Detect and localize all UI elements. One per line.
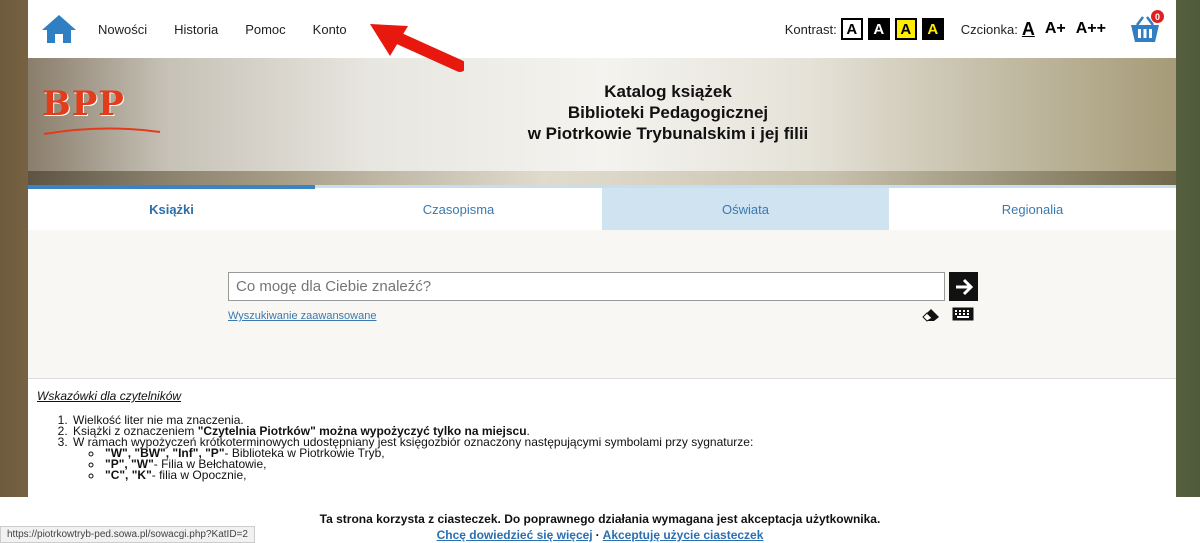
search-area: Wyszukiwanie zaawansowane (28, 230, 1176, 378)
contrast-normal-button[interactable]: A (840, 18, 863, 40)
nav-nowosci[interactable]: Nowości (98, 22, 147, 37)
contrast-black-yellow-button[interactable]: A (921, 18, 944, 40)
logo-text: BPP (42, 84, 125, 124)
cookie-learn-more-link[interactable]: Chcę dowiedzieć się więcej (437, 528, 593, 542)
keyboard-icon[interactable] (952, 307, 974, 321)
library-logo[interactable]: BPP (42, 84, 162, 135)
tab-czasopisma[interactable]: Czasopisma (315, 185, 602, 230)
top-navigation: Nowości Historia Pomoc Konto Kontrast: A… (28, 0, 1176, 58)
tab-oswiata[interactable]: Oświata (602, 185, 889, 230)
catalog-title: Katalog książek Biblioteki Pedagogicznej… (527, 82, 809, 143)
arrow-right-icon (955, 278, 973, 295)
contrast-inverted-button[interactable]: A (867, 18, 890, 40)
basket-button[interactable]: 0 (1128, 10, 1164, 44)
font-larger-button[interactable]: A+ (1045, 20, 1066, 38)
header-banner: BPP Katalog książek Biblioteki Pedagogic… (28, 58, 1176, 185)
browser-status-url: https://piotrkowtryb-ped.sowa.pl/sowacgi… (0, 526, 255, 543)
red-arrow-annotation (370, 24, 464, 72)
hint-sublist: "W", "BW", "Inf", "P"- Biblioteka w Piot… (103, 447, 1176, 481)
hint-item: W ramach wypożyczeń krótkoterminowych ud… (71, 436, 1176, 481)
font-normal-button[interactable]: A (1022, 19, 1035, 40)
basket-count-badge: 0 (1151, 10, 1164, 23)
hints-title[interactable]: Wskazówki dla czytelników (37, 389, 1176, 403)
reader-hints: Wskazówki dla czytelników Wielkość liter… (28, 378, 1176, 497)
advanced-search-link[interactable]: Wyszukiwanie zaawansowane (228, 310, 376, 322)
contrast-label: Kontrast: (784, 21, 837, 37)
hint-subitem: "P", "W"- Filia w Bełchatowie, (103, 458, 1176, 470)
catalog-tabs: Książki Czasopisma Oświata Regionalia (28, 185, 1176, 230)
tab-ksiazki[interactable]: Książki (28, 185, 315, 230)
logo-swoosh (43, 127, 161, 135)
nav-pomoc[interactable]: Pomoc (245, 22, 285, 37)
home-icon[interactable] (40, 13, 78, 45)
page: Nowości Historia Pomoc Konto Kontrast: A… (28, 0, 1176, 497)
eraser-icon[interactable] (921, 306, 943, 322)
hint-subitem: "C", "K"- filia w Opocznie, (103, 469, 1176, 481)
cookie-message: Ta strona korzysta z ciasteczek. Do popr… (319, 512, 881, 526)
search-submit-button[interactable] (949, 272, 978, 301)
font-size-label: Czcionka: (960, 21, 1018, 37)
cookie-accept-link[interactable]: Akceptuję użycie ciasteczek (603, 528, 764, 542)
nav-historia[interactable]: Historia (174, 22, 218, 37)
contrast-yellow-button[interactable]: A (894, 18, 917, 40)
hints-list: Wielkość liter nie ma znaczenia. Książki… (71, 414, 1176, 481)
nav-konto[interactable]: Konto (313, 22, 347, 37)
search-input[interactable] (228, 272, 945, 301)
font-largest-button[interactable]: A++ (1076, 20, 1106, 38)
tab-regionalia[interactable]: Regionalia (889, 185, 1176, 230)
